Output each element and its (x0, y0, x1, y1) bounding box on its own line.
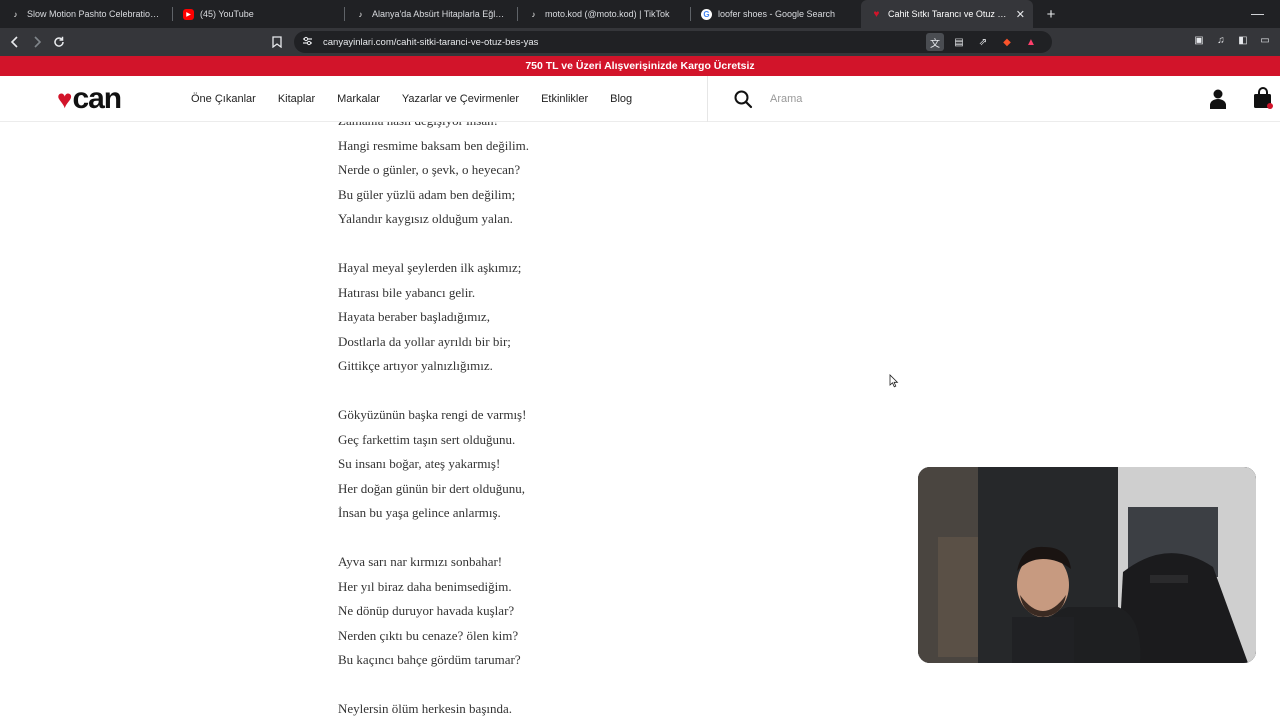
poem-line: Geç farkettim taşın sert olduğunu. (338, 431, 516, 447)
user-account-icon[interactable] (1208, 88, 1228, 110)
shopping-bag-icon[interactable] (1252, 86, 1274, 110)
tiktok-icon: ♪ (13, 9, 18, 19)
share-icon[interactable]: ⇗ (974, 33, 992, 51)
youtube-icon: ▶ (183, 8, 194, 20)
poem-line: Su insanı boğar, ateş yakarmış! (338, 456, 501, 471)
poem-stanza: Zamanla nasıl değişiyor insan! Hangi res… (338, 122, 529, 232)
sidebar-icon[interactable]: ▣ (1190, 31, 1208, 49)
forward-button[interactable] (26, 31, 48, 53)
tab-title: Alanya'da Absürt Hitaplarla Eğlenceli (372, 9, 509, 19)
tab-title: (45) YouTube (200, 9, 254, 19)
nav-item-blog[interactable]: Blog (610, 93, 632, 105)
browser-tab-strip: ♪ Slow Motion Pashto Celebration Vide ▶ … (0, 0, 1280, 28)
poem-line: Hayata beraber başladığımız, (338, 309, 490, 324)
search-icon[interactable] (733, 89, 753, 109)
tab-title: Slow Motion Pashto Celebration Vide (27, 9, 164, 19)
poem-line: Her doğan günün bir dert olduğunu, (338, 480, 526, 496)
nav-item-brands[interactable]: Markalar (337, 93, 380, 105)
poem-line: Hangi resmime baksam ben değilim. (338, 137, 529, 153)
site-settings-icon[interactable] (302, 33, 313, 51)
poem-line: Hatırası bile yabancı gelir. (338, 284, 476, 300)
brave-rewards-icon[interactable]: ▲ (1022, 33, 1040, 51)
webcam-feed-image (918, 467, 1256, 663)
new-tab-button[interactable]: + (1041, 6, 1061, 23)
close-tab-icon[interactable]: ✕ (1016, 8, 1025, 21)
poem-line: Ayva sarı nar kırmızı sonbahar! (338, 554, 503, 569)
heart-icon: ♥ (57, 84, 73, 114)
nav-item-featured[interactable]: Öne Çıkanlar (191, 93, 256, 105)
main-nav: Öne Çıkanlar Kitaplar Markalar Yazarlar … (191, 76, 654, 122)
header-divider (707, 76, 708, 122)
browser-toolbar: canyayinlari.com/cahit-sitki-taranci-ve-… (0, 28, 1280, 56)
can-logo[interactable]: ♥ can (57, 82, 122, 115)
nav-item-authors[interactable]: Yazarlar ve Çevirmenler (402, 93, 519, 105)
poem-line: Yalandır kaygısız olduğum yalan. (338, 211, 513, 226)
poem-line: Nerden çıktı bu cenaze? ölen kim? (338, 627, 519, 643)
reader-mode-icon[interactable]: ▤ (950, 33, 968, 51)
poem-line: Gökyüzünün başka rengi de varmış! (338, 407, 527, 422)
browser-tab[interactable]: ▶ (45) YouTube (173, 0, 344, 28)
poem-line: Bu güler yüzlü adam ben değilim; (338, 186, 516, 202)
reload-button[interactable] (48, 31, 70, 53)
poem-line: Zamanla nasıl değişiyor insan! (338, 122, 529, 134)
tiktok-icon: ♪ (531, 9, 536, 19)
nav-item-books[interactable]: Kitaplar (278, 93, 315, 105)
poem-line: Hayal meyal şeylerden ilk aşkımız; (338, 260, 522, 275)
poem-line: Bu kaçıncı bahçe gördüm tarumar? (338, 652, 521, 667)
poem-stanza: Neylersin ölüm herkesin başında. (338, 697, 529, 720)
back-button[interactable] (4, 31, 26, 53)
poem-line: Ne dönüp duruyor havada kuşlar? (338, 603, 515, 618)
address-bar[interactable]: canyayinlari.com/cahit-sitki-taranci-ve-… (294, 31, 1052, 53)
browser-tab[interactable]: ♪ Alanya'da Absürt Hitaplarla Eğlenceli (345, 0, 517, 28)
browser-tab[interactable]: G loofer shoes - Google Search (691, 0, 861, 28)
browser-tab-active[interactable]: ♥ Cahit Sıtkı Tarancı ve Otuz Beş Ya ✕ (861, 0, 1033, 28)
split-view-icon[interactable]: ◧ (1234, 31, 1252, 49)
brave-shields-icon[interactable]: ◆ (998, 33, 1016, 51)
site-header: ♥ can Öne Çıkanlar Kitaplar Markalar Yaz… (0, 76, 1280, 122)
mouse-cursor-icon (889, 374, 899, 388)
poem-line: Her yıl biraz daha benimsediğim. (338, 578, 512, 594)
tab-title: Cahit Sıtkı Tarancı ve Otuz Beş Ya (888, 9, 1008, 19)
can-heart-icon: ♥ (873, 8, 880, 20)
poem-line: Gittikçe artıyor yalnızlığımız. (338, 358, 493, 373)
poem-stanza: Hayal meyal şeylerden ilk aşkımız; Hatır… (338, 256, 529, 379)
poem-line: Dostlarla da yollar ayrıldı bir bir; (338, 333, 511, 349)
browser-tab[interactable]: ♪ Slow Motion Pashto Celebration Vide (0, 0, 172, 28)
translate-icon[interactable]: 文 (926, 33, 944, 51)
poem-line: Neylersin ölüm herkesin başında. (338, 701, 513, 716)
google-icon: G (701, 8, 712, 20)
webcam-overlay (918, 467, 1256, 663)
search-input[interactable] (770, 88, 1150, 110)
poem-line: İnsan bu yaşa gelince anlarmış. (338, 505, 501, 520)
browser-tab[interactable]: ♪ moto.kod (@moto.kod) | TikTok (518, 0, 690, 28)
url-text: canyayinlari.com/cahit-sitki-taranci-ve-… (323, 36, 539, 48)
logo-text: can (72, 82, 122, 115)
tab-title: loofer shoes - Google Search (718, 9, 836, 19)
minimize-window-icon[interactable]: — (1251, 6, 1264, 21)
promo-banner[interactable]: 750 TL ve Üzeri Alışverişinizde Kargo Üc… (0, 56, 1280, 76)
tiktok-icon: ♪ (358, 9, 363, 19)
poem-stanza: Ayva sarı nar kırmızı sonbahar! Her yıl … (338, 550, 529, 673)
tab-title: moto.kod (@moto.kod) | TikTok (545, 9, 670, 19)
nav-item-events[interactable]: Etkinlikler (541, 93, 588, 105)
media-controls-icon[interactable]: ♫ (1212, 31, 1230, 49)
poem-stanza: Gökyüzünün başka rengi de varmış! Geç fa… (338, 403, 529, 526)
wallet-icon[interactable]: ▭ (1256, 31, 1274, 49)
poem-line: Nerde o günler, o şevk, o heyecan? (338, 162, 521, 177)
poem-text: Zamanla nasıl değişiyor insan! Hangi res… (338, 122, 529, 720)
bookmark-icon[interactable] (266, 31, 288, 53)
